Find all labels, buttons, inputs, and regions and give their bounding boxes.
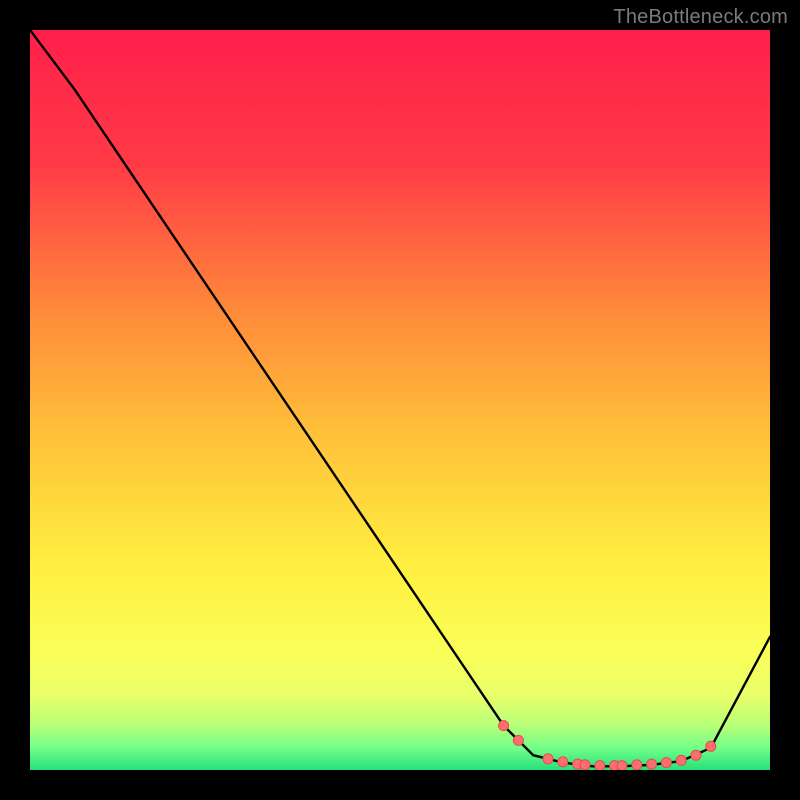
highlight-point	[706, 741, 716, 751]
chart-stage: TheBottleneck.com	[0, 0, 800, 800]
highlight-point	[543, 754, 553, 764]
curve-layer	[30, 30, 770, 770]
highlight-point	[617, 761, 627, 770]
attribution-label: TheBottleneck.com	[613, 6, 788, 29]
highlight-point	[513, 735, 523, 745]
highlight-point	[558, 757, 568, 767]
highlight-points	[499, 721, 716, 770]
plot-area	[30, 30, 770, 770]
highlight-point	[676, 755, 686, 765]
highlight-point	[661, 758, 671, 768]
highlight-point	[580, 760, 590, 770]
highlight-point	[595, 761, 605, 770]
bottleneck-curve	[30, 30, 770, 766]
highlight-point	[499, 721, 509, 731]
highlight-point	[647, 759, 657, 769]
highlight-point	[691, 750, 701, 760]
highlight-point	[632, 760, 642, 770]
